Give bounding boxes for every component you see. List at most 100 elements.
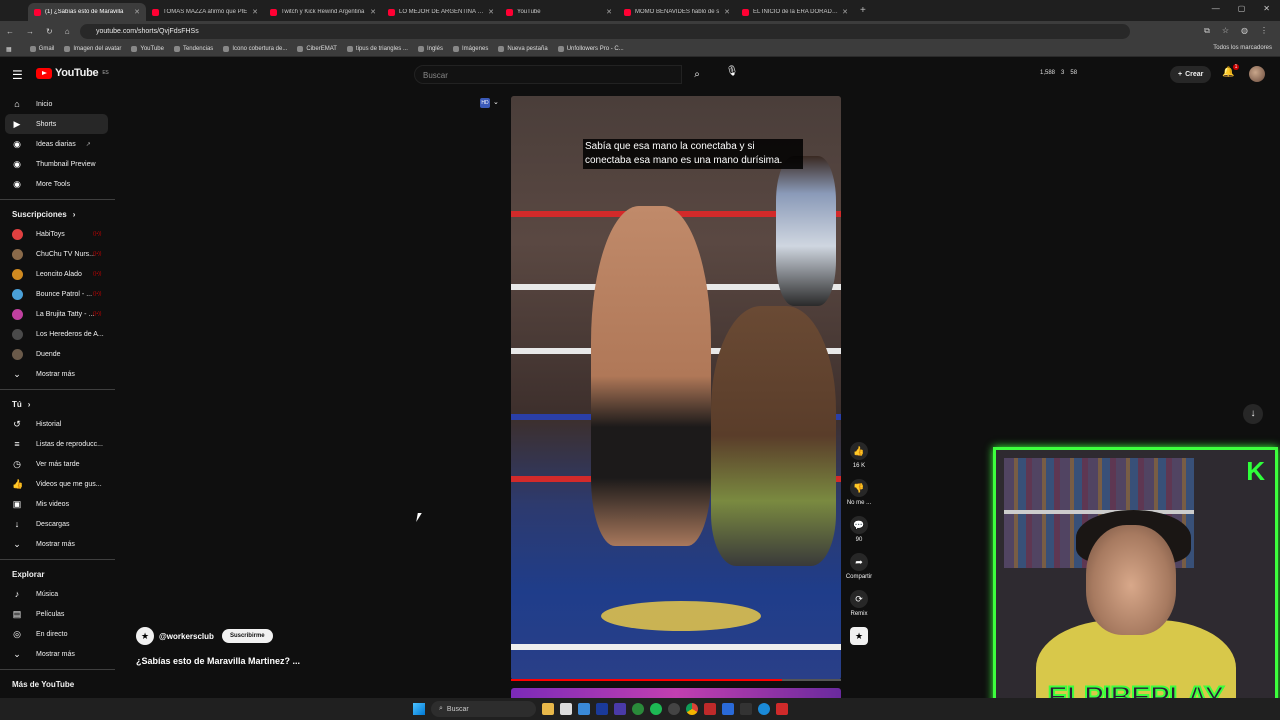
tab-close-icon[interactable]: ✕ [724, 8, 730, 16]
video-ext-control[interactable]: HD ⌄ [480, 98, 499, 108]
tab-close-icon[interactable]: ✕ [488, 8, 494, 16]
install-icon[interactable]: ⧉ [1204, 26, 1210, 36]
bookmark-item[interactable]: Unfollowers Pro - C... [557, 46, 624, 52]
like-button[interactable]: 👍 16 K [843, 442, 875, 469]
browser-tab[interactable]: LO MEJOR DE ARGENTINA 2023 ✕ [382, 3, 500, 21]
bookmark-item[interactable]: tipus de triangles ... [346, 46, 408, 52]
extension-icon[interactable]: ◍ [1241, 26, 1248, 36]
sidebar-item-you[interactable]: ▣ Mis videos [0, 494, 115, 514]
file-explorer-icon[interactable] [542, 703, 554, 715]
browser-tab[interactable]: (1) ¿Sabías esto de Maravilla ✕ [28, 3, 146, 21]
apps-icon[interactable]: ▦ [6, 46, 12, 53]
bookmark-item[interactable]: Nueva pestaña [498, 46, 548, 52]
bookmark-item[interactable]: Inglés [417, 46, 443, 52]
reload-icon[interactable]: ↻ [46, 27, 53, 36]
subscribe-button[interactable]: Suscribirme [221, 629, 273, 643]
you-header[interactable]: Tú › [0, 394, 115, 414]
home-icon[interactable]: ⌂ [65, 27, 70, 36]
sidebar-item-thumbnail[interactable]: ◉ Thumbnail Preview [0, 154, 115, 174]
subscription-item[interactable]: HabiToys ((•)) [0, 224, 115, 244]
subscription-item[interactable]: ChuChu TV Nurs... ((•)) [0, 244, 115, 264]
browser-tab[interactable]: Twitch y Kick Rewind Argentina ✕ [264, 3, 382, 21]
show-more-explore[interactable]: ⌄ Mostrar más [0, 644, 115, 664]
subscription-item[interactable]: Bounce Patrol - ... ((•)) [0, 284, 115, 304]
sidebar-item-you[interactable]: ↺ Historial [0, 414, 115, 434]
calendar-icon[interactable] [560, 703, 572, 715]
sidebar-item-shorts[interactable]: ▶ Shorts [5, 114, 108, 134]
all-bookmarks-button[interactable]: Todos los marcadores [1213, 45, 1272, 51]
channel-name[interactable]: @workersclub [159, 632, 214, 641]
subscription-item[interactable]: Duende [0, 344, 115, 364]
browser-tab[interactable]: EL INICIO de la ERA DORADA | ✕ [736, 3, 854, 21]
bookmark-item[interactable]: Tendencias [173, 46, 213, 52]
new-tab-button[interactable]: + [860, 5, 866, 16]
app-dark-icon[interactable] [740, 703, 752, 715]
spotify-icon[interactable] [650, 703, 662, 715]
browser-tab[interactable]: TOMAS MAZZA afirmó que PIE ✕ [146, 3, 264, 21]
minimize-icon[interactable]: — [1212, 4, 1220, 13]
share-button[interactable]: ➦ Compartir [843, 553, 875, 580]
menu-icon[interactable]: ⋮ [1260, 26, 1268, 36]
app-blue-icon[interactable] [722, 703, 734, 715]
sidebar-item-explore[interactable]: ◎ En directo [0, 624, 115, 644]
url-input[interactable]: youtube.com/shorts/QvjFdsFHSs [80, 24, 1130, 39]
browser-tab[interactable]: YouTube ✕ [500, 3, 618, 21]
tab-close-icon[interactable]: ✕ [370, 8, 376, 16]
close-icon[interactable]: ✕ [1263, 4, 1270, 13]
subscription-item[interactable]: Los Herederos de A... [0, 324, 115, 344]
chrome-icon[interactable] [686, 703, 698, 715]
show-more-subs[interactable]: ⌄ Mostrar más [0, 364, 115, 384]
windows-start-icon[interactable] [413, 703, 425, 715]
bookmark-item[interactable]: Imagen del avatar [64, 46, 121, 52]
dislike-button[interactable]: 👎 No me ... [843, 479, 875, 506]
mic-icon[interactable]: 🎙 [724, 66, 740, 82]
subscriptions-header[interactable]: Suscripciones › [0, 204, 115, 224]
audio-source-button[interactable]: ★ [843, 627, 875, 645]
create-button[interactable]: + Crear [1170, 66, 1212, 83]
photos-icon[interactable] [578, 703, 590, 715]
bookmark-item[interactable]: YouTube [131, 46, 164, 52]
short-video[interactable] [511, 96, 841, 680]
sidebar-item-you[interactable]: ◷ Ver más tarde [0, 454, 115, 474]
search-input[interactable]: Buscar [414, 65, 682, 84]
youtube-logo[interactable]: YouTube ES [36, 67, 109, 79]
tab-close-icon[interactable]: ✕ [842, 8, 848, 16]
avatar[interactable] [1249, 66, 1265, 82]
tab-close-icon[interactable]: ✕ [134, 8, 140, 16]
star-icon[interactable]: ☆ [1222, 26, 1229, 36]
sidebar-item-tools[interactable]: ◉ More Tools [0, 174, 115, 194]
maximize-icon[interactable]: ▢ [1238, 4, 1246, 13]
sidebar-item-explore[interactable]: ▤ Películas [0, 604, 115, 624]
bookmark-item[interactable]: Imágenes [452, 46, 488, 52]
vegas-icon[interactable] [596, 703, 608, 715]
sidebar-item-home[interactable]: ⌂ Inicio [0, 94, 115, 114]
notifications-bell-icon[interactable]: 🔔 1 [1222, 64, 1240, 78]
short-title[interactable]: ¿Sabías esto de Maravilla Martinez? ... [136, 656, 300, 666]
app-red-icon[interactable] [704, 703, 716, 715]
bookmark-item[interactable]: Gmail [29, 46, 54, 52]
bookmark-item[interactable]: Icono cobertura de... [223, 46, 287, 52]
tab-close-icon[interactable]: ✕ [252, 8, 258, 16]
remix-button[interactable]: ⟳ Remix [843, 590, 875, 617]
app-red2-icon[interactable] [776, 703, 788, 715]
edge-icon[interactable] [758, 703, 770, 715]
next-short-arrow-icon[interactable]: ↓ [1243, 404, 1263, 424]
comments-button[interactable]: 💬 90 [843, 516, 875, 543]
sidebar-item-you[interactable]: ↓ Descargas [0, 514, 115, 534]
xbox-icon[interactable] [632, 703, 644, 715]
subscription-item[interactable]: Leoncito Alado ((•)) [0, 264, 115, 284]
show-more-you[interactable]: ⌄ Mostrar más [0, 534, 115, 554]
taskbar-search[interactable]: ⌕ Buscar [431, 701, 536, 717]
editor-icon[interactable] [614, 703, 626, 715]
sidebar-item-ideas[interactable]: ◉ Ideas diarias ↗ [0, 134, 115, 154]
browser-tab[interactable]: MOMO BENAVIDES habló de s ✕ [618, 3, 736, 21]
back-icon[interactable]: ← [6, 27, 14, 36]
channel-avatar[interactable]: ★ [136, 627, 154, 645]
forward-icon[interactable]: → [26, 27, 34, 36]
sidebar-item-explore[interactable]: ♪ Música [0, 584, 115, 604]
sidebar-item-you[interactable]: ≡ Listas de reproducc... [0, 434, 115, 454]
video-progress-bar[interactable] [511, 679, 841, 681]
obs-icon[interactable] [668, 703, 680, 715]
subscription-item[interactable]: La Brujita Tatty - ... ((•)) [0, 304, 115, 324]
tab-close-icon[interactable]: ✕ [606, 8, 612, 16]
